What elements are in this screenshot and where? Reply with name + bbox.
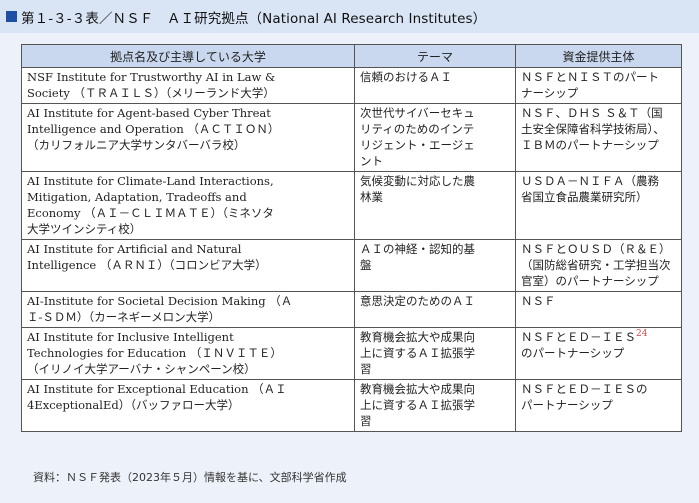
source-note: 資料：ＮＳＦ発表（2023年５月）情報を基に、文部科学省作成 [33,471,347,484]
table-row: AI Institute for Agent-based Cyber Threa… [21,103,682,172]
footnote-marker: 24 [636,329,648,339]
table-row: NSF Institute for Trustworthy AI in Law … [21,67,682,104]
cell-institute: AI-Institute for Societal Decision Makin… [21,291,355,328]
cell-funder: ＮＳＦとＯＵＳＤ（Ｒ＆Ｅ） （国防総省研究・工学担当次 官室）のパートナーシップ [515,239,682,292]
table-row: AI Institute for Inclusive Intelligent T… [21,327,682,380]
table-title: 第１-３-３表／ＮＳＦ ＡＩ研究拠点（National AI Research … [21,10,487,27]
title-marker-square [6,11,17,22]
cell-funder: ＮＳＦ、ＤＨＳ Ｓ＆Ｔ（国 土安全保障省科学技術局）、 ＩＢＭのパートナーシップ [515,103,682,172]
institutes-table: 拠点名及び主導している大学 テーマ 資金提供主体 NSF Institute f… [21,44,682,432]
cell-theme: ＡＩの神経・認知的基 盤 [354,239,516,292]
cell-theme: 教育機会拡大や成果向 上に資するＡＩ拡張学 習 [354,327,516,380]
cell-funder: ＮＳＦ [515,291,682,328]
table-row: AI Institute for Artificial and Natural … [21,239,682,292]
cell-institute: AI Institute for Climate-Land Interactio… [21,171,355,240]
cell-theme: 次世代サイバーセキュ リティのためのインテ リジェント・エージェ ント [354,103,516,172]
cell-institute: AI Institute for Artificial and Natural … [21,239,355,292]
cell-theme: 意思決定のためのＡＩ [354,291,516,328]
cell-funder: ＮＳＦとＥＤ－ＩＥＳ24 のパートナーシップ [515,327,682,380]
table-row: AI Institute for Climate-Land Interactio… [21,171,682,240]
table-row: AI-Institute for Societal Decision Makin… [21,291,682,328]
cell-funder: ＮＳＦとＮＩＳＴのパート ナーシップ [515,67,682,104]
cell-institute: AI Institute for Agent-based Cyber Threa… [21,103,355,172]
table-panel: 拠点名及び主導している大学 テーマ 資金提供主体 NSF Institute f… [0,33,699,503]
funder-text: ＮＳＦとＥＤ－ＩＥＳ [521,330,636,344]
cell-funder: ＵＳＤＡ－ＮＩＦＡ（農務 省国立食品農業研究所） [515,171,682,240]
cell-theme: 信頼のおけるＡＩ [354,67,516,104]
table-header-row: 拠点名及び主導している大学 テーマ 資金提供主体 [21,44,682,68]
header-institute: 拠点名及び主導している大学 [21,44,355,68]
cell-institute: AI Institute for Exceptional Education （… [21,379,355,432]
cell-institute: NSF Institute for Trustworthy AI in Law … [21,67,355,104]
table-title-bar: 第１-３-３表／ＮＳＦ ＡＩ研究拠点（National AI Research … [0,0,699,33]
cell-theme: 教育機会拡大や成果向 上に資するＡＩ拡張学 習 [354,379,516,432]
cell-institute: AI Institute for Inclusive Intelligent T… [21,327,355,380]
cell-funder: ＮＳＦとＥＤ－ＩＥＳの パートナーシップ [515,379,682,432]
header-funder: 資金提供主体 [515,44,682,68]
header-theme: テーマ [354,44,516,68]
cell-theme: 気候変動に対応した農 林業 [354,171,516,240]
table-row: AI Institute for Exceptional Education （… [21,379,682,432]
